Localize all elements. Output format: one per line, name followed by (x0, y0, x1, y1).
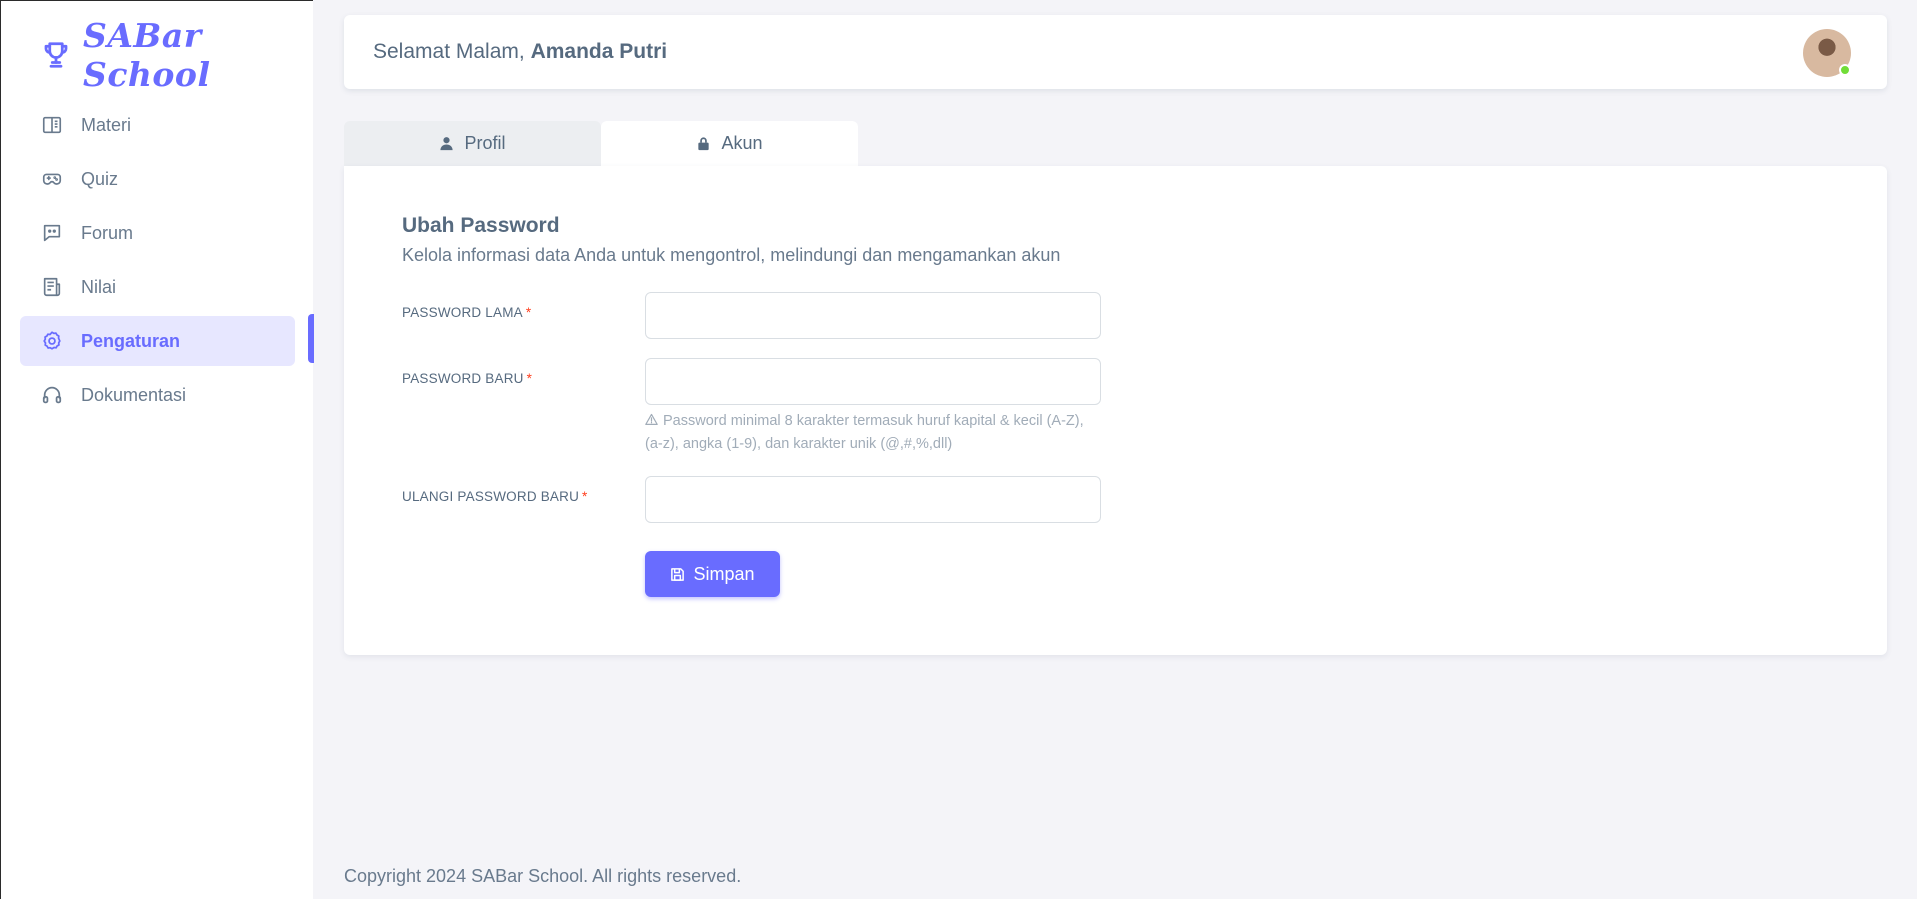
app-root: SABar School Materi Quiz Forum Nilai Pen… (0, 0, 1917, 899)
old-password-input[interactable] (645, 292, 1101, 339)
card-subtitle: Kelola informasi data Anda untuk mengont… (402, 245, 1061, 265)
settings-tabs: Profil Akun (344, 121, 858, 166)
online-status-dot (1839, 64, 1851, 76)
label-text: PASSWORD BARU (402, 371, 524, 386)
footer-copyright: Copyright 2024 SABar School. All rights … (344, 866, 742, 886)
sidebar: SABar School Materi Quiz Forum Nilai Pen… (0, 0, 314, 899)
sidebar-item-label: Forum (81, 222, 134, 243)
save-icon (670, 567, 685, 582)
new-password-input[interactable] (645, 358, 1101, 405)
gamepad-icon (41, 168, 63, 190)
label-text: ULANGI PASSWORD BARU (402, 489, 580, 504)
headphones-icon (41, 384, 63, 406)
change-password-card: Ubah Password Kelola informasi data Anda… (344, 166, 1887, 655)
sidebar-item-dokumentasi[interactable]: Dokumentasi (20, 370, 295, 420)
tab-profil[interactable]: Profil (344, 121, 601, 166)
tab-akun[interactable]: Akun (601, 121, 858, 166)
tab-label: Profil (464, 133, 506, 153)
brand-name: SABar School (83, 16, 211, 94)
user-name: Amanda Putri (530, 40, 668, 63)
sidebar-item-label: Dokumentasi (81, 384, 187, 405)
brand-logo[interactable]: SABar School (41, 16, 313, 94)
sidebar-item-pengaturan[interactable]: Pengaturan (20, 316, 295, 366)
required-mark: * (582, 489, 588, 504)
avatar[interactable] (1803, 29, 1851, 77)
lock-icon (696, 136, 711, 151)
save-label: Simpan (693, 563, 755, 584)
book-open-icon (41, 114, 63, 136)
required-mark: * (525, 305, 532, 320)
user-icon (439, 136, 454, 151)
sidebar-item-label: Nilai (81, 276, 117, 297)
save-button[interactable]: Simpan (645, 551, 780, 597)
sidebar-menu: Materi Quiz Forum Nilai Pengaturan Dokum… (20, 100, 295, 424)
top-navbar: Selamat Malam, Amanda Putri (344, 15, 1887, 89)
old-password-label: PASSWORD LAMA * (402, 305, 531, 320)
cog-icon (41, 330, 63, 352)
hint-text: Password minimal 8 karakter termasuk hur… (645, 413, 1084, 452)
sidebar-item-forum[interactable]: Forum (20, 208, 295, 258)
sidebar-item-materi[interactable]: Materi (20, 100, 295, 150)
password-hint: Password minimal 8 karakter termasuk hur… (645, 410, 1105, 456)
greeting: Selamat Malam, Amanda Putri (373, 40, 667, 64)
sidebar-item-quiz[interactable]: Quiz (20, 154, 295, 204)
required-mark: * (526, 371, 533, 386)
confirm-password-label: ULANGI PASSWORD BARU * (402, 489, 588, 504)
label-text: PASSWORD LAMA (402, 305, 523, 320)
sidebar-item-label: Materi (81, 114, 132, 135)
sidebar-item-label: Quiz (81, 168, 119, 189)
trophy-icon (41, 40, 71, 70)
greeting-text: Selamat Malam, (373, 40, 525, 63)
card-title: Ubah Password (402, 214, 560, 237)
active-indicator (308, 314, 314, 363)
chat-icon (41, 222, 63, 244)
new-password-label: PASSWORD BARU * (402, 371, 532, 386)
warning-icon (645, 413, 663, 429)
sidebar-item-nilai[interactable]: Nilai (20, 262, 295, 312)
sidebar-item-label: Pengaturan (81, 330, 181, 351)
receipt-icon (41, 276, 63, 298)
tab-label: Akun (721, 133, 763, 153)
confirm-password-input[interactable] (645, 476, 1101, 523)
